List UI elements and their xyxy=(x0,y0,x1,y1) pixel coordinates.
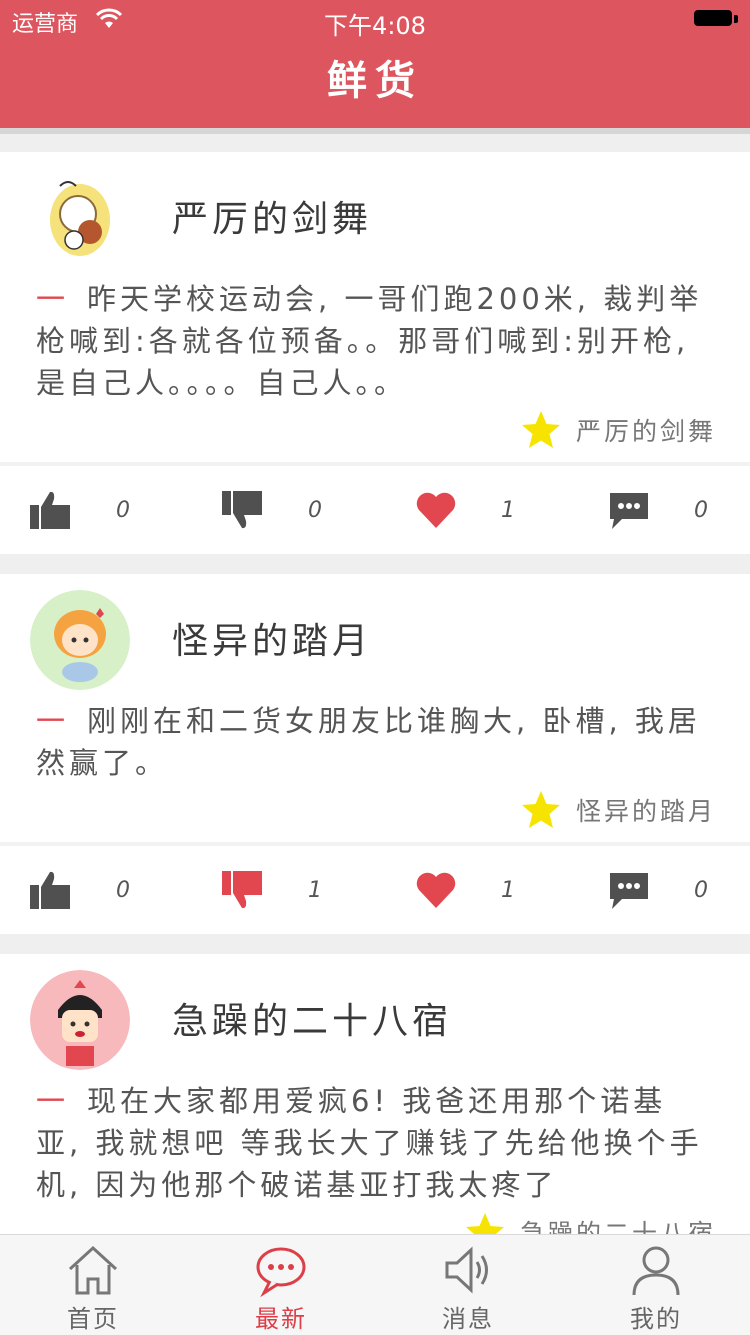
tab-label: 最新 xyxy=(255,1305,307,1333)
post-signature: 急躁的二十八宿 xyxy=(0,1206,750,1234)
author-name[interactable]: 急躁的二十八宿 xyxy=(172,992,452,1044)
battery-icon xyxy=(694,10,738,28)
tab-label: 首页 xyxy=(67,1305,119,1333)
signature-name: 怪异的踏月 xyxy=(575,797,716,826)
content-dash: 一 xyxy=(36,704,70,738)
thumbs-down-icon xyxy=(222,871,262,909)
post-signature: 怪异的踏月 xyxy=(0,784,750,842)
post-header: 严厉的剑舞 xyxy=(0,152,750,272)
star-icon xyxy=(521,791,560,828)
tab-home[interactable]: 首页 xyxy=(33,1241,153,1333)
post-text: 昨天学校运动会, 一哥们跑200米, 裁判举枪喊到:各就各位预备。。那哥们喊到:… xyxy=(36,282,703,400)
comment-count: 0 xyxy=(694,877,708,903)
status-time: 下午4:08 xyxy=(324,12,426,40)
heart-button[interactable]: 1 xyxy=(415,868,515,912)
post-text: 现在大家都用爱疯6! 我爸还用那个诺基亚, 我就想吧 等我长大了赚钱了先给他换个… xyxy=(36,1084,703,1202)
thumbs-down-icon xyxy=(222,491,262,529)
page-title: 鲜货 xyxy=(327,58,423,104)
thumbs-up-icon xyxy=(30,871,70,909)
tab-messages[interactable]: 消息 xyxy=(408,1241,528,1333)
status-bar: 运营商 下午4:08 xyxy=(0,0,750,40)
post-card[interactable]: 怪异的踏月 一刚刚在和二货女朋友比谁胸大, 卧槽, 我居然赢了。 怪异的踏月 0 xyxy=(0,574,750,934)
post-content: 一昨天学校运动会, 一哥们跑200米, 裁判举枪喊到:各就各位预备。。那哥们喊到… xyxy=(0,272,750,404)
comment-button[interactable]: 0 xyxy=(608,868,708,912)
top-bar: 运营商 下午4:08 鲜货 xyxy=(0,0,750,128)
post-card[interactable]: 急躁的二十八宿 一现在大家都用爱疯6! 我爸还用那个诺基亚, 我就想吧 等我长大… xyxy=(0,954,750,1234)
tab-bar: 首页 最新 消息 我的 xyxy=(0,1234,750,1335)
post-content: 一刚刚在和二货女朋友比谁胸大, 卧槽, 我居然赢了。 xyxy=(0,694,750,784)
dislike-count: 0 xyxy=(308,497,322,523)
tab-label: 消息 xyxy=(442,1305,494,1333)
heart-count: 1 xyxy=(501,497,515,523)
post-header: 怪异的踏月 xyxy=(0,574,750,694)
like-count: 0 xyxy=(116,877,130,903)
star-icon xyxy=(521,411,560,448)
tab-label: 我的 xyxy=(630,1305,682,1333)
heart-count: 1 xyxy=(501,877,515,903)
thumbs-up-icon xyxy=(30,491,70,529)
content-dash: 一 xyxy=(36,1084,70,1118)
heart-icon xyxy=(416,492,456,528)
like-button[interactable]: 0 xyxy=(30,488,130,532)
speaker-icon xyxy=(445,1246,488,1294)
avatar[interactable] xyxy=(30,590,130,690)
like-count: 0 xyxy=(116,497,130,523)
tab-me[interactable]: 我的 xyxy=(596,1241,716,1333)
nav-shadow xyxy=(0,128,750,134)
comment-count: 0 xyxy=(694,497,708,523)
feed-list[interactable]: 严厉的剑舞 一昨天学校运动会, 一哥们跑200米, 裁判举枪喊到:各就各位预备。… xyxy=(0,152,750,1234)
post-signature: 严厉的剑舞 xyxy=(0,404,750,462)
heart-button[interactable]: 1 xyxy=(415,488,515,532)
signature-name: 急躁的二十八宿 xyxy=(519,1219,716,1234)
author-name[interactable]: 怪异的踏月 xyxy=(172,612,372,664)
post-card[interactable]: 严厉的剑舞 一昨天学校运动会, 一哥们跑200米, 裁判举枪喊到:各就各位预备。… xyxy=(0,152,750,554)
dislike-button[interactable]: 0 xyxy=(222,488,322,532)
chat-bubble-icon xyxy=(256,1247,306,1297)
comment-icon xyxy=(610,873,648,909)
heart-icon xyxy=(416,872,456,908)
post-actions: 0 1 1 0 xyxy=(0,846,750,934)
avatar[interactable] xyxy=(30,970,130,1070)
star-icon xyxy=(465,1213,504,1234)
post-text: 刚刚在和二货女朋友比谁胸大, 卧槽, 我居然赢了。 xyxy=(36,704,701,780)
post-header: 急躁的二十八宿 xyxy=(0,954,750,1074)
comment-icon xyxy=(610,493,648,529)
post-content: 一现在大家都用爱疯6! 我爸还用那个诺基亚, 我就想吧 等我长大了赚钱了先给他换… xyxy=(0,1074,750,1206)
author-name[interactable]: 严厉的剑舞 xyxy=(172,190,372,242)
comment-button[interactable]: 0 xyxy=(608,488,708,532)
person-icon xyxy=(632,1246,680,1296)
avatar[interactable] xyxy=(30,168,130,268)
dislike-button[interactable]: 1 xyxy=(222,868,322,912)
home-icon xyxy=(68,1245,118,1295)
tab-latest[interactable]: 最新 xyxy=(221,1241,341,1333)
content-dash: 一 xyxy=(36,282,70,316)
like-button[interactable]: 0 xyxy=(30,868,130,912)
post-actions: 0 0 1 0 xyxy=(0,466,750,554)
signature-name: 严厉的剑舞 xyxy=(575,417,716,446)
dislike-count: 1 xyxy=(308,877,322,903)
